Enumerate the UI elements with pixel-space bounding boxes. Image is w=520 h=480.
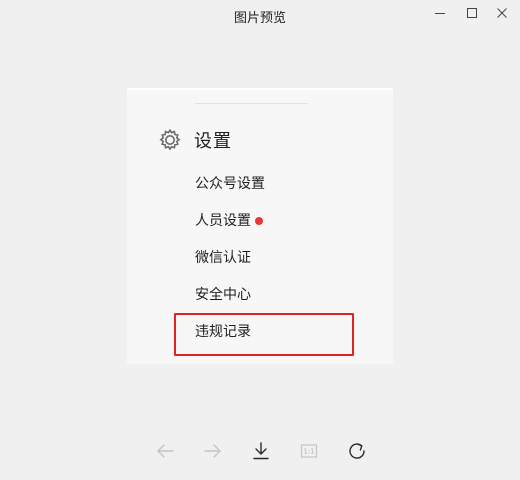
actual-size-label: 1:1 (303, 448, 314, 456)
rotate-button[interactable] (344, 438, 370, 464)
rotate-icon (349, 443, 365, 459)
title-bar: 图片预览 (0, 0, 520, 32)
menu-item-label: 微信认证 (195, 250, 251, 266)
settings-title: 设置 (194, 131, 232, 152)
gear-icon (157, 127, 183, 153)
arrow-right-icon (204, 444, 221, 458)
menu-item-label: 公众号设置 (195, 176, 265, 192)
actual-size-icon: 1:1 (300, 444, 318, 458)
close-button[interactable] (491, 4, 513, 22)
menu-item-security-center: 安全中心 (195, 283, 251, 307)
image-top-edge (127, 88, 393, 90)
preview-toolbar: 1:1 (0, 438, 520, 464)
menu-item-official-account-settings: 公众号设置 (195, 172, 265, 196)
next-image-button[interactable] (200, 438, 226, 464)
previous-image-button[interactable] (152, 438, 178, 464)
highlight-box (174, 313, 354, 356)
image-preview-window: 图片预览 设置 公众号设置 人员设置 微信认证 安全中心 违规记录 1:1 (0, 0, 520, 480)
menu-item-member-settings: 人员设置 (195, 209, 263, 233)
settings-header: 设置 (157, 126, 232, 154)
maximize-button[interactable] (461, 4, 483, 22)
notification-dot (255, 217, 263, 225)
arrow-left-icon (157, 444, 174, 458)
close-icon (497, 8, 507, 18)
download-icon (253, 442, 269, 460)
actual-size-button[interactable]: 1:1 (296, 438, 322, 464)
minimize-icon (435, 13, 445, 14)
minimize-button[interactable] (429, 4, 451, 22)
maximize-icon (467, 8, 477, 18)
menu-item-label: 安全中心 (195, 287, 251, 303)
menu-item-wechat-verification: 微信认证 (195, 246, 251, 270)
divider-line (195, 103, 308, 104)
menu-item-label: 人员设置 (195, 213, 251, 229)
download-button[interactable] (248, 438, 274, 464)
